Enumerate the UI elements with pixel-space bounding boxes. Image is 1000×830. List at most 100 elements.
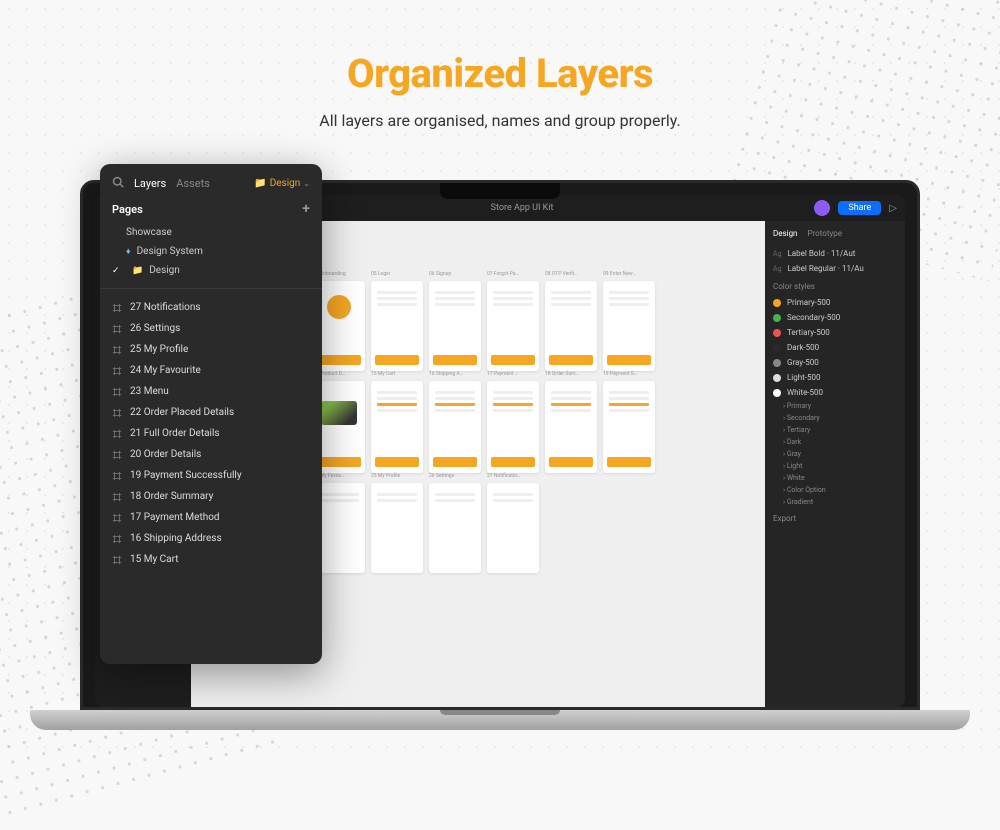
frame-item[interactable]: 26 Settings [112,318,310,339]
artboard-thumbnail[interactable]: 05 Login [371,281,423,371]
color-group-item[interactable]: › Color Option [773,484,897,496]
artboard-label: 09 Enter New… [603,271,636,277]
frame-item[interactable]: 27 Notifications [112,297,310,318]
search-icon[interactable] [112,176,124,191]
frame-icon [112,345,122,355]
color-swatch [773,389,781,397]
color-swatch [773,344,781,352]
color-group-item[interactable]: › White [773,472,897,484]
color-style-item[interactable]: White-500 [773,385,897,400]
color-style-item[interactable]: Dark-500 [773,340,897,355]
frame-icon [112,450,122,460]
artboard-thumbnail[interactable]: 15 My Cart [371,381,423,473]
frame-icon [112,429,122,439]
frame-icon [112,324,122,334]
color-group-item[interactable]: › Secondary [773,412,897,424]
export-heading[interactable]: Export [773,514,897,523]
page-item[interactable]: Showcase [112,223,310,242]
artboard-label: 17 Payment … [487,371,518,377]
frame-item[interactable]: 24 My Favourite [112,360,310,381]
frame-item[interactable]: 20 Order Details [112,444,310,465]
color-style-item[interactable]: Primary-500 [773,295,897,310]
color-style-item[interactable]: Tertiary-500 [773,325,897,340]
hero-subtitle: All layers are organised, names and grou… [0,111,1000,130]
page-item-selected[interactable]: 📁Design [112,261,310,280]
artboard-label: 06 Signup [429,271,451,277]
artboard-label: 16 Shipping A… [429,371,463,377]
frame-icon [112,534,122,544]
frame-icon [112,471,122,481]
color-group-item[interactable]: › Dark [773,436,897,448]
artboard-thumbnail[interactable]: 06 Signup [429,281,481,371]
frame-icon [112,303,122,313]
share-button[interactable]: Share [838,201,881,215]
page-item[interactable]: ♦Design System [112,242,310,261]
frame-icon [112,513,122,523]
frame-item[interactable]: 16 Shipping Address [112,528,310,549]
tab-prototype[interactable]: Prototype [807,229,841,238]
color-group-item[interactable]: › Light [773,460,897,472]
frame-item[interactable]: 21 Full Order Details [112,423,310,444]
artboard-thumbnail[interactable]: 25 My Profile [371,483,423,573]
page-indicator[interactable]: 📁 Design ⌄ [254,178,310,189]
laptop-notch [440,183,560,199]
text-style-item[interactable]: AgLabel Bold · 11/Aut [773,246,897,261]
color-group-item[interactable]: › Gradient [773,496,897,508]
artboard-label: 07 Forgot Pa… [487,271,519,277]
tab-assets[interactable]: Assets [176,177,210,190]
color-swatch [773,359,781,367]
artboard-thumbnail[interactable]: 16 Shipping A… [429,381,481,473]
frame-icon [112,366,122,376]
artboard-thumbnail[interactable]: 27 Notificatio… [487,483,539,573]
artboard-thumbnail[interactable]: 08 OTP Verifi… [545,281,597,371]
color-group-item[interactable]: › Tertiary [773,424,897,436]
color-group-item[interactable]: › Gray [773,448,897,460]
artboard-thumbnail[interactable]: 19 Payment S… [603,381,655,473]
artboard-label: 25 My Profile [371,473,400,479]
artboard-label: 26 Settings [429,473,454,479]
frame-icon [112,387,122,397]
frame-item[interactable]: 23 Menu [112,381,310,402]
color-swatch [773,329,781,337]
artboard-thumbnail[interactable]: 09 Enter New… [603,281,655,371]
hero-section: Organized Layers All layers are organise… [0,0,1000,130]
artboard-label: 08 OTP Verifi… [545,271,577,277]
artboard-thumbnail[interactable]: 07 Forgot Pa… [487,281,539,371]
frame-icon [112,408,122,418]
frame-icon [112,492,122,502]
tab-design[interactable]: Design [773,229,797,238]
layers-panel-popup: Layers Assets 📁 Design ⌄ Pages + Showcas… [100,164,322,664]
pages-heading: Pages [112,203,143,216]
artboard-label: 15 My Cart [371,371,395,377]
color-group-item[interactable]: › Primary [773,400,897,412]
color-style-item[interactable]: Secondary-500 [773,310,897,325]
frame-item[interactable]: 25 My Profile [112,339,310,360]
frame-icon [112,555,122,565]
color-swatch [773,314,781,322]
artboard-label: 19 Payment S… [603,371,637,377]
frame-item[interactable]: 22 Order Placed Details [112,402,310,423]
gem-icon: ♦ [126,246,131,257]
text-style-item[interactable]: AgLabel Regular · 11/Au [773,261,897,276]
artboard-thumbnail[interactable]: 26 Settings [429,483,481,573]
user-avatar[interactable] [814,200,830,216]
artboard-label: 27 Notificatio… [487,473,520,479]
artboard-label: 18 Order Sum… [545,371,579,377]
artboard-thumbnail[interactable]: 17 Payment … [487,381,539,473]
frame-item[interactable]: 17 Payment Method [112,507,310,528]
color-style-item[interactable]: Gray-500 [773,355,897,370]
artboard-thumbnail[interactable]: 18 Order Sum… [545,381,597,473]
frame-item[interactable]: 18 Order Summary [112,486,310,507]
artboard-label: 05 Login [371,271,390,277]
color-styles-heading: Color styles [773,282,897,291]
color-swatch [773,299,781,307]
frame-item[interactable]: 15 My Cart [112,549,310,570]
add-page-icon[interactable]: + [302,201,310,217]
hero-title: Organized Layers [0,50,1000,97]
tab-layers[interactable]: Layers [134,177,166,190]
frame-item[interactable]: 19 Payment Successfully [112,465,310,486]
color-swatch [773,374,781,382]
design-panel: Design Prototype AgLabel Bold · 11/Aut A… [765,221,905,707]
color-style-item[interactable]: Light-500 [773,370,897,385]
present-icon[interactable]: ▷ [889,203,897,214]
